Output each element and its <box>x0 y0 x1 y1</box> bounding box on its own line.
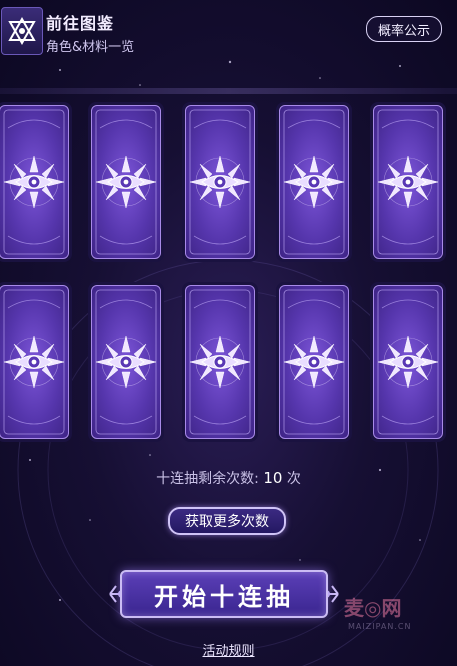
header-bar: 前往图鉴 角色&材料一览 概率公示 <box>0 0 457 60</box>
card-face <box>373 105 443 259</box>
eye-emblem-icon <box>189 289 251 435</box>
card-back[interactable] <box>370 282 446 442</box>
start-ten-draw-button[interactable]: 开始十连抽 <box>120 570 328 618</box>
card-back[interactable] <box>182 102 258 262</box>
codex-title[interactable]: 前往图鉴 <box>46 10 114 34</box>
card-back[interactable] <box>88 102 164 262</box>
draw-count-label: 十连抽剩余次数: <box>156 471 259 487</box>
watermark-url: MAIZIPAN.CN <box>348 622 412 631</box>
eye-emblem-icon <box>377 109 439 255</box>
card-face <box>185 285 255 439</box>
card-grid <box>0 100 457 442</box>
activity-rules-link[interactable]: 活动规则 <box>0 640 457 659</box>
eye-emblem-icon <box>95 109 157 255</box>
start-draw-button-frame: 开始十连抽 <box>108 566 340 622</box>
draw-count-number: 10 <box>263 469 283 487</box>
card-face <box>279 105 349 259</box>
card-back[interactable] <box>370 102 446 262</box>
card-face <box>0 285 69 439</box>
eye-emblem-icon <box>283 289 345 435</box>
eye-emblem-icon <box>3 289 65 435</box>
card-back[interactable] <box>276 102 352 262</box>
eye-emblem-icon <box>377 289 439 435</box>
card-face <box>279 285 349 439</box>
card-face <box>0 105 69 259</box>
card-back[interactable] <box>276 282 352 442</box>
probability-button[interactable]: 概率公示 <box>366 16 442 42</box>
codex-subtitle[interactable]: 角色&材料一览 <box>46 36 134 55</box>
eye-emblem-icon <box>189 109 251 255</box>
eye-emblem-icon <box>3 109 65 255</box>
card-back[interactable] <box>88 282 164 442</box>
draw-count-unit: 次 <box>286 471 301 487</box>
card-face <box>91 285 161 439</box>
card-back[interactable] <box>0 102 72 262</box>
card-back[interactable] <box>0 282 72 442</box>
codex-icon[interactable] <box>1 7 43 55</box>
card-face <box>91 105 161 259</box>
eye-emblem-icon <box>283 109 345 255</box>
watermark-text: 麦◎网 <box>344 596 402 620</box>
card-face <box>185 105 255 259</box>
eye-emblem-icon <box>95 289 157 435</box>
site-watermark: 麦◎网 MAIZIPAN.CN <box>344 592 454 632</box>
start-ten-draw-label: 开始十连抽 <box>154 581 294 611</box>
card-back[interactable] <box>182 282 258 442</box>
decorative-strip <box>0 88 457 94</box>
get-more-draws-button[interactable]: 获取更多次数 <box>168 507 286 535</box>
draw-count-text: 十连抽剩余次数: 10 次 <box>0 468 457 488</box>
card-face <box>373 285 443 439</box>
